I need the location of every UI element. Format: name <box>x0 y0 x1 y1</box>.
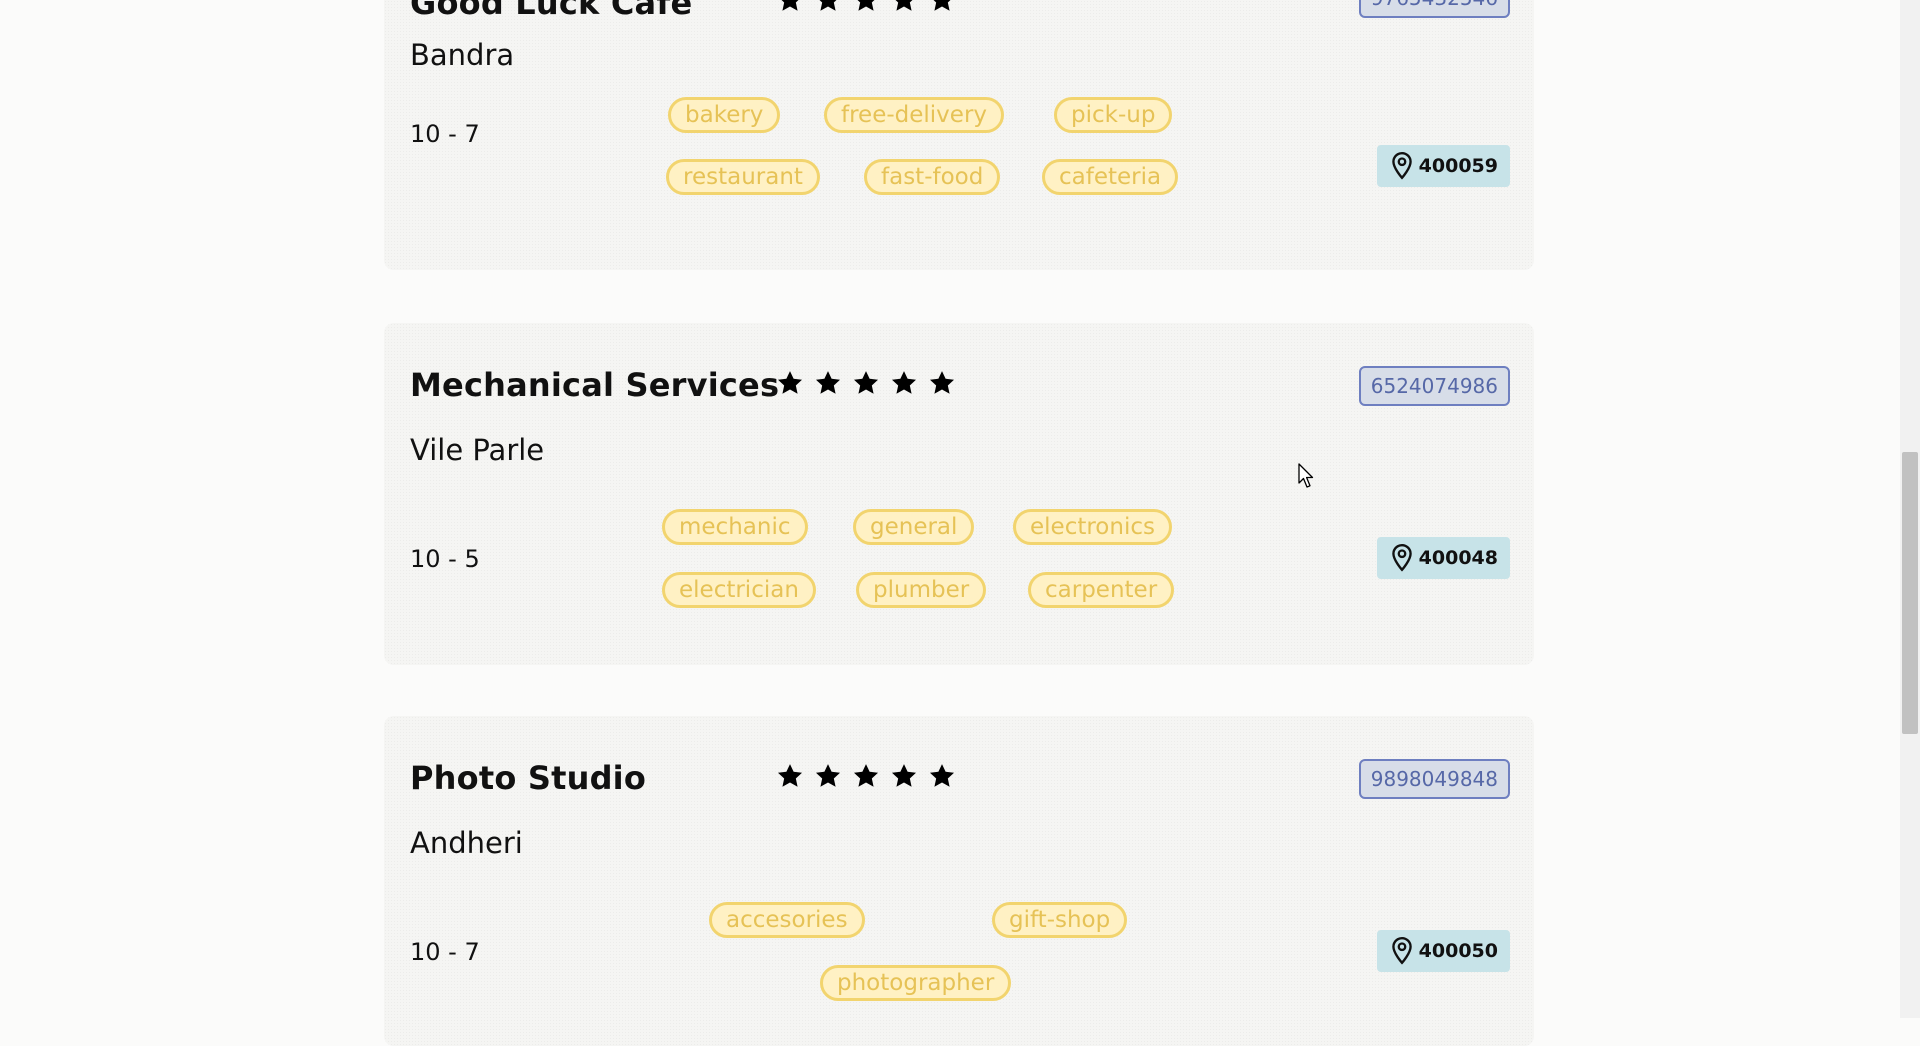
listing-name: Photo Studio <box>410 759 647 797</box>
star-icon <box>853 371 879 394</box>
pincode-badge: 400050 <box>1376 930 1510 972</box>
phone-number[interactable]: 6524074986 <box>1358 366 1510 406</box>
listing-card: Good Luck Cafe 9765432546 Bandra 10 - 7 … <box>384 0 1534 270</box>
category-tag[interactable]: photographer <box>820 965 1012 1001</box>
category-tag[interactable]: electrician <box>662 572 816 608</box>
listing-card: Mechanical Services 6524074986 Vile Parl… <box>384 323 1534 665</box>
phone-number[interactable]: 9898049848 <box>1358 759 1510 799</box>
category-tag[interactable]: free-delivery <box>824 97 1005 133</box>
listing-area: Andheri <box>410 826 523 860</box>
rating-stars <box>776 762 956 790</box>
category-tag[interactable]: gift-shop <box>992 902 1128 938</box>
scrollbar-thumb[interactable] <box>1902 452 1918 734</box>
location-pin-icon <box>1391 151 1412 180</box>
location-pin-icon <box>1391 936 1412 965</box>
category-tag[interactable]: electronics <box>1013 509 1172 545</box>
category-tag[interactable]: pick-up <box>1054 97 1173 133</box>
listing-name: Good Luck Cafe <box>410 0 693 22</box>
category-tag[interactable]: carpenter <box>1028 572 1175 608</box>
listing-name: Mechanical Services <box>410 366 780 404</box>
star-icon <box>815 764 841 787</box>
rating-stars <box>776 369 956 397</box>
opening-hours: 10 - 5 <box>410 545 480 573</box>
category-tag[interactable]: accesories <box>709 902 865 938</box>
star-icon <box>815 371 841 394</box>
category-tag[interactable]: plumber <box>856 572 987 608</box>
category-tag[interactable]: fast-food <box>864 159 1001 195</box>
category-tag[interactable]: restaurant <box>666 159 820 195</box>
rating-stars <box>776 0 956 14</box>
category-tag[interactable]: mechanic <box>662 509 808 545</box>
star-icon <box>895 0 913 11</box>
category-tag[interactable]: cafeteria <box>1042 159 1179 195</box>
phone-number[interactable]: 9765432546 <box>1358 0 1510 18</box>
mouse-pointer-icon <box>1298 463 1314 488</box>
star-icon <box>929 764 955 787</box>
star-icon <box>853 764 879 787</box>
star-icon <box>891 371 917 394</box>
star-icon <box>857 0 875 11</box>
opening-hours: 10 - 7 <box>410 120 480 148</box>
listing-card: Photo Studio 9898049848 Andheri 10 - 7 a… <box>384 716 1534 1046</box>
opening-hours: 10 - 7 <box>410 938 480 966</box>
star-icon <box>777 371 803 394</box>
pincode: 400059 <box>1418 155 1498 177</box>
star-icon <box>819 0 837 11</box>
star-icon <box>933 0 951 11</box>
star-icon <box>891 764 917 787</box>
listing-area: Bandra <box>410 38 515 72</box>
category-tag[interactable]: bakery <box>668 97 781 133</box>
star-icon <box>781 0 799 11</box>
pincode: 400050 <box>1418 940 1498 962</box>
star-icon <box>777 764 803 787</box>
pincode-badge: 400048 <box>1376 537 1510 579</box>
pincode-badge: 400059 <box>1376 145 1510 187</box>
pincode: 400048 <box>1418 547 1498 569</box>
location-pin-icon <box>1391 543 1412 572</box>
star-icon <box>929 371 955 394</box>
listing-area: Vile Parle <box>410 433 545 467</box>
category-tag[interactable]: general <box>853 509 975 545</box>
